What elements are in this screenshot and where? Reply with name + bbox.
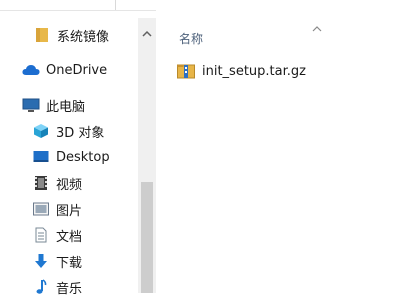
- file-item-init-setup[interactable]: init_setup.tar.gz: [176, 60, 306, 82]
- nav-item-label: 3D 对象: [56, 125, 105, 141]
- nav-item-label: 视频: [56, 177, 83, 193]
- folder-icon: [33, 27, 51, 43]
- file-name: init_setup.tar.gz: [202, 63, 306, 79]
- scrollbar-thumb[interactable]: [141, 182, 153, 293]
- file-list-pane: 名称 init_setup.tar.gz: [156, 10, 418, 293]
- onedrive-cloud-icon: [22, 62, 40, 78]
- nav-item-label: Desktop: [56, 149, 110, 165]
- documents-icon: [32, 227, 50, 243]
- pictures-icon: [32, 201, 50, 217]
- videos-icon: [32, 175, 50, 191]
- navigation-pane: 系统镜像 OneDrive 此电脑 3D 对象 Desktop 视频 图片 文档…: [0, 18, 138, 297]
- column-header-name[interactable]: 名称: [179, 30, 203, 47]
- desktop-icon: [32, 149, 50, 165]
- scroll-up-arrow-icon[interactable]: [142, 24, 152, 37]
- this-pc-icon: [22, 97, 40, 113]
- nav-item-label: 音乐: [56, 281, 83, 297]
- nav-item-label: 系统镜像: [57, 29, 110, 45]
- nav-scrollbar[interactable]: [138, 18, 156, 293]
- nav-item-label: OneDrive: [46, 62, 108, 78]
- 3d-objects-icon: [32, 123, 50, 139]
- nav-item-label: 图片: [56, 203, 83, 219]
- nav-item-label: 文档: [56, 229, 83, 245]
- downloads-icon: [32, 253, 50, 269]
- address-bar[interactable]: [116, 0, 418, 10]
- archive-icon: [176, 62, 196, 80]
- nav-item-label: 此电脑: [46, 99, 86, 115]
- nav-item-label: 下载: [56, 255, 83, 271]
- sort-ascending-icon: [311, 18, 323, 32]
